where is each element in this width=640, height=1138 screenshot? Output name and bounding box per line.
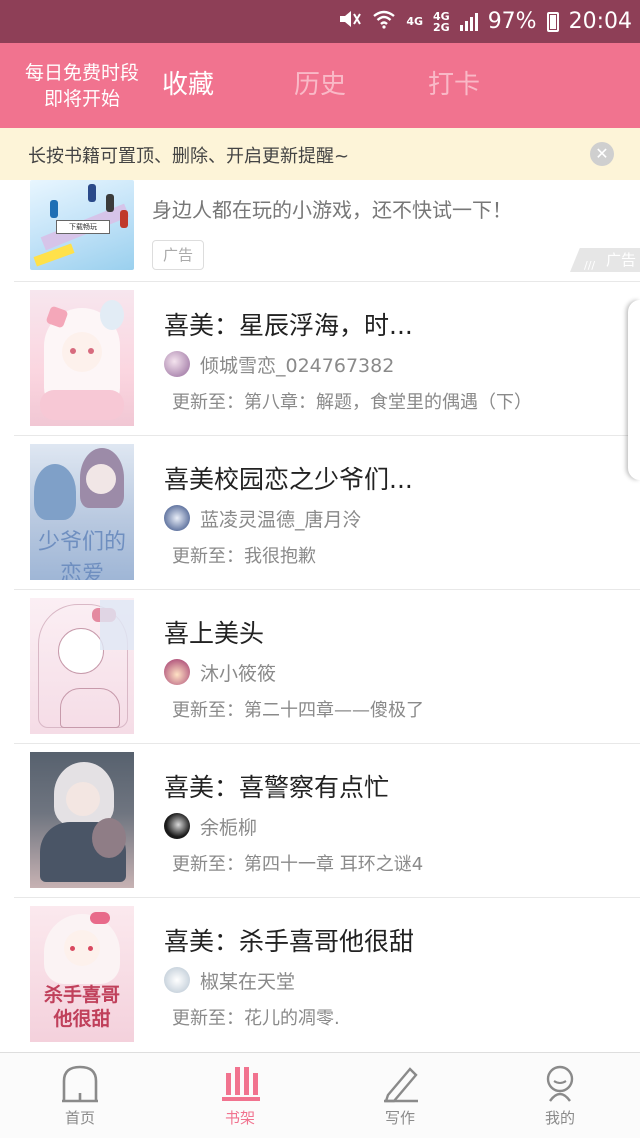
author-name: 蓝凌灵温德_唐月泠 xyxy=(200,508,362,531)
book-cover: 少爷们的恋爱 xyxy=(30,444,134,580)
ad-item[interactable]: 下载畅玩 身边人都在玩的小游戏，还不快试一下！ 广告 /// 广告 xyxy=(0,180,640,282)
book-cover xyxy=(30,598,134,734)
book-item[interactable]: 少爷们的恋爱 喜美校园恋之少爷们... 蓝凌灵温德_唐月泠 更新至：我很抱歉 xyxy=(0,436,640,590)
book-author: 椒某在天堂 xyxy=(164,966,295,994)
nav-bookshelf[interactable]: 书架 xyxy=(160,1053,320,1138)
author-name: 沐小筱筱 xyxy=(200,662,277,685)
nav-write[interactable]: 写作 xyxy=(320,1053,480,1138)
nav-label: 我的 xyxy=(544,1109,575,1127)
cover-title-line-1: 杀手喜哥 xyxy=(43,984,120,1006)
book-title: 喜美：星辰浮海，时... xyxy=(164,311,413,340)
ad-corner-label: /// 广告 xyxy=(570,248,640,272)
book-author: 沐小筱筱 xyxy=(164,658,276,686)
author-name: 椒某在天堂 xyxy=(200,970,296,993)
nav-label: 书架 xyxy=(224,1109,255,1127)
close-icon[interactable]: ✕ xyxy=(590,142,614,166)
battery-percent: 97% xyxy=(487,9,537,34)
promo-line-1: 每日免费时段 xyxy=(24,62,139,84)
book-cover: 杀手喜哥 他很甜 xyxy=(30,906,134,1042)
nav-label: 写作 xyxy=(384,1109,415,1127)
tab-checkin[interactable]: 打卡 xyxy=(428,69,480,101)
pen-icon xyxy=(380,1063,420,1107)
book-update: 更新至：花儿的凋零. xyxy=(172,1008,340,1029)
network-type-stack: 4G 2G xyxy=(433,9,450,34)
book-author: 余栀柳 xyxy=(164,812,257,840)
book-item[interactable]: 喜美：星辰浮海，时... 倾城雪恋_024767382 更新至：第八章：解题，食… xyxy=(0,282,640,436)
cover-title-line-2: 他很甜 xyxy=(53,1008,111,1030)
bottom-navigation: 首页 书架 写作 我的 xyxy=(0,1052,640,1138)
nav-label: 首页 xyxy=(64,1109,95,1127)
tip-text: 长按书籍可置顶、删除、开启更新提醒~ xyxy=(28,146,350,167)
avatar xyxy=(164,659,190,685)
nav-profile[interactable]: 我的 xyxy=(480,1053,640,1138)
book-update: 更新至：我很抱歉 xyxy=(172,546,316,567)
mute-icon xyxy=(338,8,362,36)
avatar xyxy=(164,967,190,993)
edge-panel-handle[interactable] xyxy=(628,300,640,480)
network-type-label: 4G xyxy=(406,15,423,28)
book-cover xyxy=(30,290,134,426)
book-title: 喜上美头 xyxy=(164,619,265,648)
book-author: 倾城雪恋_024767382 xyxy=(164,350,394,378)
book-title: 喜美校园恋之少爷们... xyxy=(164,465,413,494)
signal-icon xyxy=(459,12,478,31)
author-name: 余栀柳 xyxy=(200,816,258,839)
status-bar: 4G 4G 2G 97% 20:04 xyxy=(0,0,640,43)
bookshelf-list: 下载畅玩 身边人都在玩的小游戏，还不快试一下！ 广告 /// 广告 喜美：星辰浮… xyxy=(0,180,640,1052)
clock: 20:04 xyxy=(568,9,632,34)
home-icon xyxy=(60,1063,100,1107)
book-title: 喜美：喜警察有点忙 xyxy=(164,773,390,802)
ad-image-sign: 下载畅玩 xyxy=(56,220,110,234)
book-item[interactable]: 喜上美头 沐小筱筱 更新至：第二十四章——傻极了 xyxy=(0,590,640,744)
tip-banner: 长按书籍可置顶、删除、开启更新提醒~ ✕ xyxy=(0,128,640,180)
profile-icon xyxy=(540,1063,580,1107)
avatar xyxy=(164,351,190,377)
book-update: 更新至：第四十一章 耳环之谜4 xyxy=(172,854,424,875)
avatar xyxy=(164,813,190,839)
book-update: 更新至：第八章：解题，食堂里的偶遇（下） xyxy=(172,392,532,413)
avatar xyxy=(164,505,190,531)
nav-home[interactable]: 首页 xyxy=(0,1053,160,1138)
ad-text: 身边人都在玩的小游戏，还不快试一下！ xyxy=(152,198,512,222)
book-title: 喜美：杀手喜哥他很甜 xyxy=(164,927,415,956)
wifi-icon xyxy=(372,9,396,35)
book-cover xyxy=(30,752,134,888)
book-item[interactable]: 喜美：喜警察有点忙 余栀柳 更新至：第四十一章 耳环之谜4 xyxy=(0,744,640,898)
ad-image: 下载畅玩 xyxy=(30,180,134,270)
ad-badge: 广告 xyxy=(152,240,204,270)
cover-title: 少爷们的恋爱 xyxy=(37,530,126,580)
author-name: 倾城雪恋_024767382 xyxy=(200,354,395,377)
free-period-promo[interactable]: 每日免费时段 即将开始 xyxy=(12,60,152,112)
battery-icon xyxy=(546,11,559,32)
promo-line-2: 即将开始 xyxy=(43,88,120,110)
bookshelf-screen: 4G 4G 2G 97% 20:04 每日免费时段 即将开始 收藏 历史 打卡 … xyxy=(0,0,640,1138)
book-update: 更新至：第二十四章——傻极了 xyxy=(172,700,424,721)
bookshelf-icon xyxy=(220,1063,260,1107)
app-header: 每日免费时段 即将开始 收藏 历史 打卡 xyxy=(0,43,640,128)
tab-favorites[interactable]: 收藏 xyxy=(162,69,214,101)
stripe-icon: /// xyxy=(584,259,596,272)
book-author: 蓝凌灵温德_唐月泠 xyxy=(164,504,362,532)
tab-history[interactable]: 历史 xyxy=(294,69,346,101)
book-item[interactable]: 杀手喜哥 他很甜 喜美：杀手喜哥他很甜 椒某在天堂 更新至：花儿的凋零. xyxy=(0,898,640,1052)
